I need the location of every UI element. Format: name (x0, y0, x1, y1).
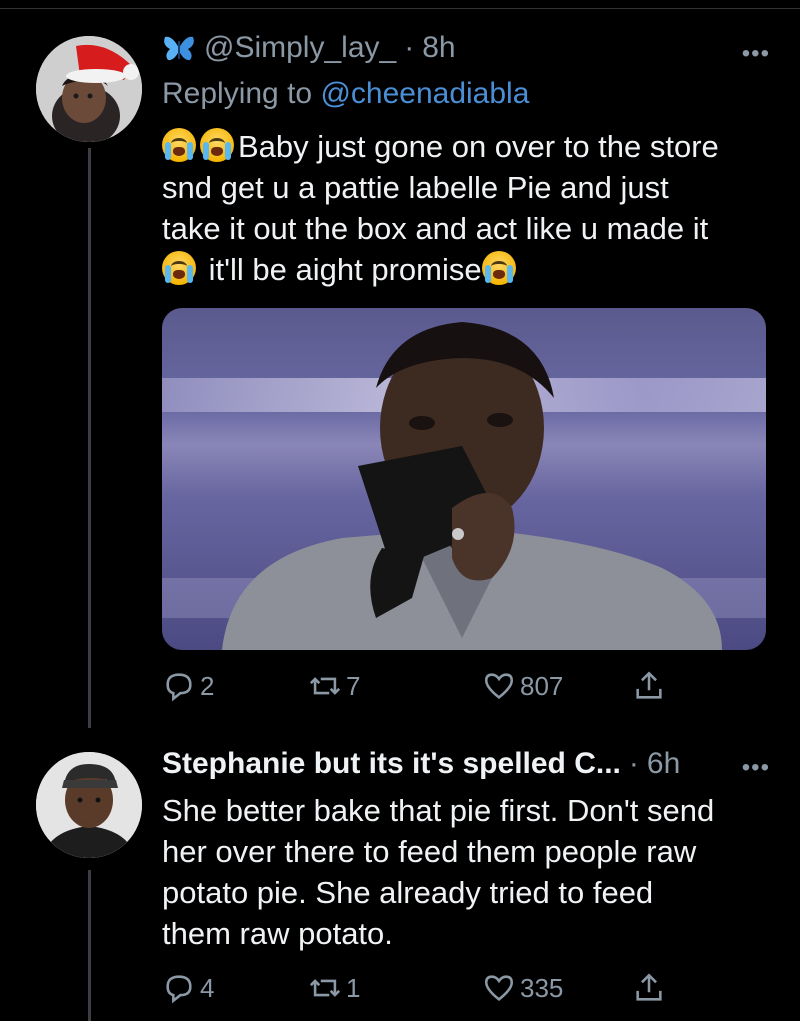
man-with-handkerchief-illustration (222, 322, 722, 650)
thread-connector-line (88, 870, 91, 1021)
tweet-text-segment: it'll be aight promise (208, 252, 482, 287)
divider (0, 8, 800, 9)
santa-hat-avatar-icon (36, 36, 142, 142)
like-button[interactable]: 807 (482, 666, 563, 706)
replying-to: Replying to @cheenadiabla (162, 74, 770, 114)
loudly-crying-face-emoji-icon (200, 128, 234, 162)
reply-icon (166, 975, 192, 1004)
heart-icon (484, 673, 514, 699)
share-button[interactable] (632, 666, 666, 706)
tweet-text-line: Baby just gone on over to the store (162, 126, 770, 167)
loudly-crying-face-emoji-icon (162, 251, 196, 285)
share-icon (636, 973, 662, 1001)
butterfly-icon (164, 36, 194, 61)
reply-count: 4 (200, 972, 215, 1003)
timeline: @Simply_lay_ · 8h ••• Replying to @cheen… (0, 0, 800, 1021)
reply-button[interactable]: 2 (162, 666, 214, 706)
retweet-button[interactable]: 1 (308, 968, 360, 1008)
thread-connector-line (88, 148, 91, 728)
tweet-text-line: take it out the box and act like u made … (162, 211, 709, 246)
tweet-header: @Simply_lay_ · 8h (162, 28, 770, 68)
tweet[interactable]: @Simply_lay_ · 8h ••• Replying to @cheen… (162, 28, 770, 290)
like-button[interactable]: 335 (482, 968, 563, 1008)
retweet-button[interactable]: 7 (308, 666, 360, 706)
user-handle[interactable]: @Simply_lay_ (204, 31, 396, 65)
tweet-text: She better bake that pie first. Don't se… (162, 790, 770, 954)
reply-count: 2 (200, 670, 215, 701)
loudly-crying-face-emoji-icon (162, 128, 196, 162)
reply-icon (166, 673, 192, 702)
tweet-text-line: them raw potato. (162, 916, 393, 951)
tweet-header: Stephanie but its it's spelled C... · 6h (162, 742, 770, 786)
man-portrait-avatar-icon (36, 752, 142, 858)
separator-dot: · (404, 31, 415, 64)
retweet-count: 7 (346, 670, 361, 701)
avatar[interactable] (36, 36, 142, 142)
timestamp[interactable]: 6h (647, 747, 680, 781)
tweet-text-line: She better bake that pie first. Don't se… (162, 793, 715, 828)
more-options-icon[interactable]: ••• (742, 40, 770, 68)
tweet-text-line: her over there to feed them people raw (162, 834, 697, 869)
share-icon (636, 671, 662, 699)
retweet-count: 1 (346, 972, 361, 1003)
retweet-icon (309, 677, 341, 695)
loudly-crying-face-emoji-icon (481, 251, 516, 285)
separator-dot: · (628, 747, 639, 780)
replying-prefix: Replying to (162, 77, 313, 110)
more-options-icon[interactable]: ••• (742, 754, 770, 782)
timestamp[interactable]: 8h (422, 31, 455, 65)
share-button[interactable] (632, 968, 666, 1008)
like-count: 335 (520, 972, 564, 1003)
tweet-media-image[interactable] (162, 308, 766, 650)
tweet-text: Baby just gone on over to the store snd … (162, 126, 770, 290)
retweet-icon (309, 979, 341, 997)
mention-link[interactable]: @cheenadiabla (320, 77, 529, 110)
tweet-text-line: it'll be aight promise (162, 249, 770, 290)
display-name[interactable]: Stephanie but its it's spelled C... (162, 747, 621, 781)
tweet-actions: 4 1 335 (162, 968, 682, 1008)
tweet-text-segment: Baby just gone on over to the store (238, 129, 719, 164)
tweet-actions: 2 7 807 (162, 666, 682, 706)
tweet-text-line: potato pie. She already tried to feed (162, 875, 654, 910)
reply-button[interactable]: 4 (162, 968, 214, 1008)
avatar[interactable] (36, 752, 142, 858)
tweet-text-line: snd get u a pattie labelle Pie and just (162, 170, 669, 205)
heart-icon (484, 975, 514, 1001)
like-count: 807 (520, 670, 564, 701)
tweet[interactable]: Stephanie but its it's spelled C... · 6h… (162, 742, 770, 954)
